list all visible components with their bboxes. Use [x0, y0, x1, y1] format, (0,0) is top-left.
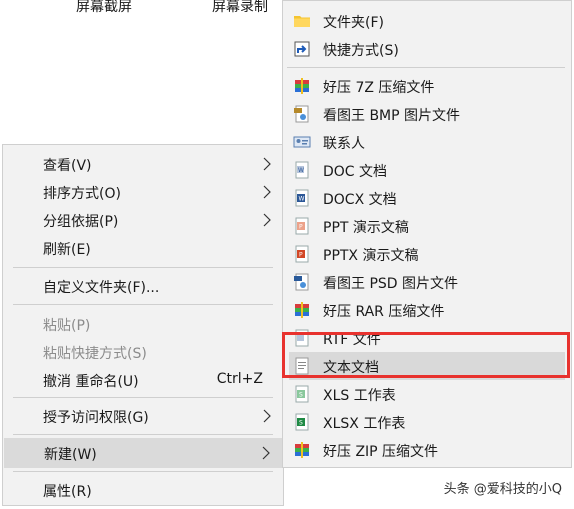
menu-item-label: 自定义文件夹(F)... — [43, 280, 160, 296]
pptx-icon: P — [295, 245, 309, 263]
chevron-right-icon — [263, 409, 271, 423]
svg-text:W: W — [299, 196, 305, 203]
chevron-right-icon — [262, 446, 270, 460]
menu-item-label: 粘贴快捷方式(S) — [43, 346, 147, 362]
submenu-item-label: 看图王 BMP 图片文件 — [323, 108, 461, 124]
submenu-item-label: 快捷方式(S) — [323, 43, 399, 59]
menu-item-undo-rename[interactable]: 撤消 重命名(U) Ctrl+Z — [3, 367, 283, 393]
submenu-item-pptx[interactable]: P PPTX 演示文稿 — [283, 240, 571, 268]
xlsx-icon: S — [295, 413, 309, 431]
desktop-context-menu: 查看(V) 排序方式(O) 分组依据(P) 刷新(E) 自定义文件夹(F)...… — [2, 144, 284, 506]
svg-text:S: S — [299, 392, 303, 399]
menu-item-label: 分组依据(P) — [43, 214, 119, 230]
menu-item-label: 新建(W) — [44, 447, 97, 463]
doc-icon: W — [295, 161, 309, 179]
psd-image-icon — [294, 273, 309, 291]
submenu-item-zip-archive[interactable]: 好压 ZIP 压缩文件 — [283, 436, 571, 464]
submenu-item-xlsx[interactable]: S XLSX 工作表 — [283, 408, 571, 436]
docx-icon: W — [295, 189, 309, 207]
menu-separator — [13, 397, 273, 398]
submenu-item-contact[interactable]: 联系人 — [283, 128, 571, 156]
menu-item-new[interactable]: 新建(W) — [4, 438, 282, 468]
xls-icon: S — [295, 385, 309, 403]
submenu-item-xls[interactable]: S XLS 工作表 — [283, 380, 571, 408]
submenu-item-label: PPT 演示文稿 — [323, 220, 409, 236]
menu-item-label: 刷新(E) — [43, 242, 91, 258]
menu-item-label: 查看(V) — [43, 158, 92, 174]
haozip-archive-icon — [295, 302, 309, 318]
haozip-archive-icon — [295, 78, 309, 94]
submenu-item-label: DOC 文档 — [323, 164, 388, 180]
watermark: 头条 @爱科技的小Q — [443, 482, 562, 497]
highlight-annotation-box — [282, 332, 570, 378]
menu-item-group-by[interactable]: 分组依据(P) — [3, 207, 283, 233]
contact-icon — [293, 136, 311, 148]
submenu-item-label: 联系人 — [323, 136, 365, 152]
haozip-archive-icon — [295, 442, 309, 458]
menu-separator — [13, 434, 273, 435]
submenu-item-label: 好压 7Z 压缩文件 — [323, 80, 435, 96]
menu-item-properties[interactable]: 属性(R) — [3, 477, 283, 503]
submenu-item-doc[interactable]: W DOC 文档 — [283, 156, 571, 184]
menu-separator — [13, 267, 273, 268]
desktop-label-screenshot[interactable]: 屏幕截屏 — [76, 0, 132, 16]
svg-text:W: W — [298, 167, 304, 174]
menu-item-refresh[interactable]: 刷新(E) — [3, 235, 283, 261]
submenu-item-ppt[interactable]: P PPT 演示文稿 — [283, 212, 571, 240]
menu-item-paste: 粘贴(P) — [3, 311, 283, 337]
svg-text:P: P — [299, 224, 303, 231]
submenu-item-label: 好压 RAR 压缩文件 — [323, 304, 445, 320]
chevron-right-icon — [263, 185, 271, 199]
chevron-right-icon — [263, 157, 271, 171]
submenu-item-rar-archive[interactable]: 好压 RAR 压缩文件 — [283, 296, 571, 324]
svg-text:S: S — [299, 420, 303, 427]
submenu-item-label: 文件夹(F) — [323, 15, 384, 31]
menu-item-give-access[interactable]: 授予访问权限(G) — [3, 403, 283, 429]
submenu-item-label: 看图王 PSD 图片文件 — [323, 276, 459, 292]
folder-icon — [294, 16, 310, 27]
chevron-right-icon — [263, 213, 271, 227]
submenu-item-docx[interactable]: W DOCX 文档 — [283, 184, 571, 212]
shortcut-text: Ctrl+Z — [216, 371, 263, 387]
menu-item-sort-by[interactable]: 排序方式(O) — [3, 179, 283, 205]
new-submenu: 文件夹(F) 快捷方式(S) 好压 7Z 压缩文件 看图王 BMP 图片文件 联… — [282, 0, 572, 468]
menu-item-customize-folder[interactable]: 自定义文件夹(F)... — [3, 273, 283, 299]
svg-text:P: P — [299, 252, 303, 259]
menu-item-label: 粘贴(P) — [43, 318, 91, 334]
shortcut-icon — [294, 41, 310, 57]
submenu-item-folder[interactable]: 文件夹(F) — [283, 7, 571, 35]
menu-separator — [287, 67, 565, 68]
bmp-image-icon — [294, 105, 309, 123]
submenu-item-7z-archive[interactable]: 好压 7Z 压缩文件 — [283, 72, 571, 100]
submenu-item-label: PPTX 演示文稿 — [323, 248, 419, 264]
menu-item-view[interactable]: 查看(V) — [3, 151, 283, 177]
submenu-item-label: 好压 ZIP 压缩文件 — [323, 444, 439, 460]
menu-item-label: 撤消 重命名(U) — [43, 374, 139, 390]
submenu-item-label: XLS 工作表 — [323, 388, 396, 404]
submenu-item-shortcut[interactable]: 快捷方式(S) — [283, 35, 571, 63]
submenu-item-bmp[interactable]: 看图王 BMP 图片文件 — [283, 100, 571, 128]
menu-separator — [13, 471, 273, 472]
submenu-item-psd[interactable]: 看图王 PSD 图片文件 — [283, 268, 571, 296]
desktop-label-screen-record[interactable]: 屏幕录制 — [212, 0, 268, 16]
menu-item-label: 排序方式(O) — [43, 186, 121, 202]
menu-item-label: 属性(R) — [43, 484, 92, 500]
submenu-item-label: XLSX 工作表 — [323, 416, 406, 432]
menu-separator — [13, 304, 273, 305]
menu-item-paste-shortcut: 粘贴快捷方式(S) — [3, 339, 283, 365]
menu-item-label: 授予访问权限(G) — [43, 410, 149, 426]
submenu-item-label: DOCX 文档 — [323, 192, 397, 208]
ppt-icon: P — [295, 217, 309, 235]
